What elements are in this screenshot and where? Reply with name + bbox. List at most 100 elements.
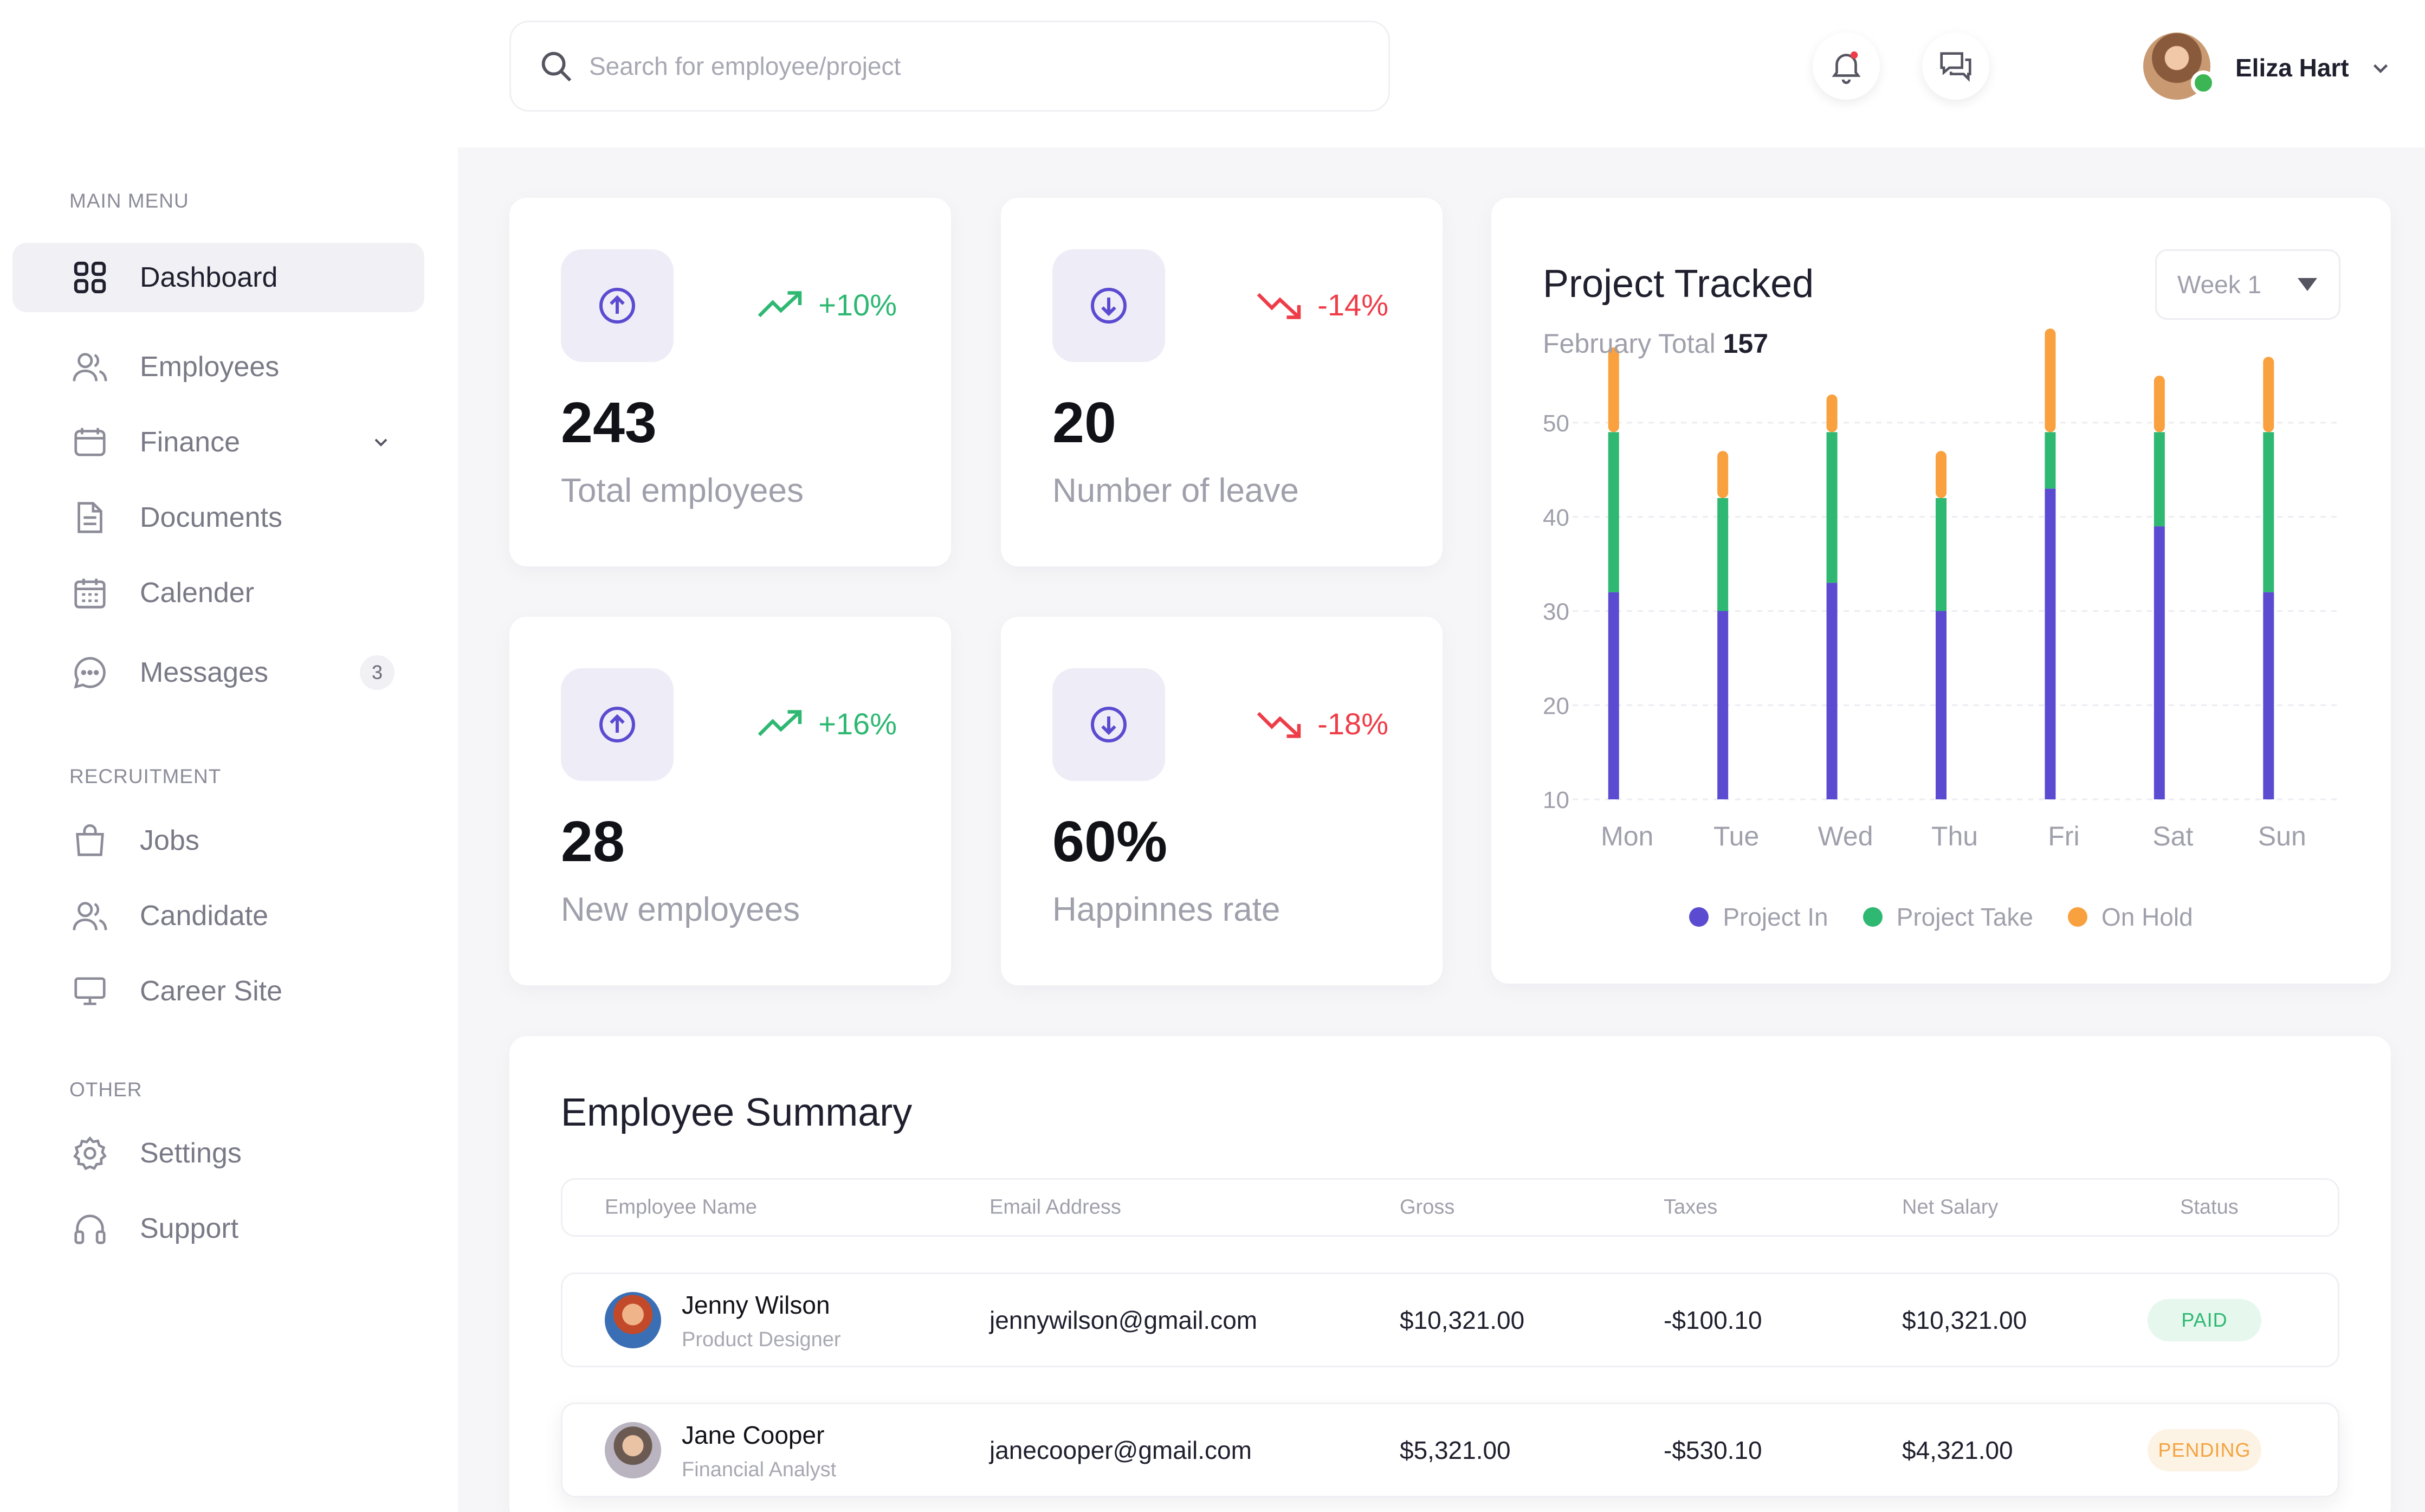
trend-indicator: +16% (756, 706, 897, 741)
bell-icon (1832, 51, 1861, 84)
caret-down-icon (2298, 278, 2317, 291)
trend-down-icon (1257, 712, 1301, 738)
stat-value: 60% (1052, 810, 1168, 874)
table-row[interactable]: Jenny Wilson Product Designer jennywilso… (561, 1272, 2339, 1367)
search-input[interactable] (589, 51, 1348, 81)
sidebar-item-career-site[interactable]: Career Site (12, 957, 424, 1026)
employee-role: Financial Analyst (682, 1458, 837, 1481)
sidebar-item-label: Employees (140, 351, 280, 383)
sidebar-item-label: Finance (140, 427, 240, 458)
bar-segment (2263, 432, 2274, 592)
column-header[interactable]: Employee Name (605, 1196, 757, 1219)
wallet-icon (69, 422, 111, 463)
document-icon (69, 497, 111, 538)
chart-subtitle-value: 157 (1723, 328, 1769, 359)
chevron-down-icon[interactable] (370, 431, 392, 453)
sidebar-item-label: Dashboard (140, 262, 278, 293)
bar-segment (1826, 432, 1838, 583)
sidebar-item-label: Documents (140, 502, 282, 533)
chart-subtitle: February Total 157 (1543, 328, 1768, 359)
bar-segment (2154, 376, 2165, 432)
search-bar (509, 21, 1390, 112)
trend-up-icon (758, 709, 802, 736)
bar-segment (1936, 498, 1947, 611)
trend-value: +10% (818, 288, 897, 322)
bar-segment (1717, 611, 1729, 799)
sidebar-item-dashboard[interactable]: Dashboard (12, 243, 424, 312)
column-header[interactable]: Net Salary (1902, 1196, 1998, 1219)
column-header[interactable]: Gross (1400, 1196, 1454, 1219)
messages-button[interactable] (1922, 33, 1989, 100)
grid-icon (69, 257, 111, 298)
chevron-down-icon[interactable] (2368, 56, 2393, 81)
legend-label: Project Take (1896, 903, 2033, 931)
status-badge: PAID (2148, 1298, 2261, 1341)
online-status-dot (2191, 70, 2216, 95)
gross-value: $5,321.00 (1400, 1436, 1511, 1464)
trend-value: -18% (1317, 707, 1388, 741)
chat-bubbles-icon (1940, 52, 1971, 82)
stat-label: Happinnes rate (1052, 891, 1281, 928)
table-header: Employee Name Email Address Gross Taxes … (561, 1178, 2339, 1237)
column-header[interactable]: Status (2180, 1196, 2239, 1219)
sidebar-item-candidate[interactable]: Candidate (12, 881, 424, 951)
taxes-value: -$530.10 (1664, 1436, 1762, 1464)
sidebar-item-jobs[interactable]: Jobs (12, 806, 424, 875)
sidebar-item-label: Candidate (140, 900, 269, 932)
section-title-main: MAIN MENU (69, 190, 189, 212)
gross-value: $10,321.00 (1400, 1306, 1525, 1334)
notifications-button[interactable] (1813, 33, 1880, 100)
y-tick-label: 20 (1543, 693, 1569, 719)
users-icon (69, 895, 111, 936)
stat-card-new-employees: +16% 28 New employees (509, 617, 951, 985)
trend-indicator: +10% (756, 287, 897, 322)
x-tick-label: Mon (1601, 821, 1653, 851)
sidebar-item-documents[interactable]: Documents (12, 483, 424, 552)
legend-dot (2067, 907, 2087, 927)
stat-card-total-employees: +10% 243 Total employees (509, 198, 951, 566)
avatar (605, 1291, 661, 1348)
legend-label: Project In (1723, 903, 1828, 931)
chart-legend: Project In Project Take On Hold (1491, 902, 2391, 932)
bar-segment (1608, 347, 1619, 432)
x-tick-label: Wed (1818, 821, 1873, 851)
bar-segment (1717, 498, 1729, 611)
legend-dot (1689, 907, 1709, 927)
week-select[interactable]: Week 1 (2155, 249, 2340, 320)
arrow-up-circle-icon (561, 668, 674, 781)
stat-card-happiness-rate: -18% 60% Happinnes rate (1001, 617, 1443, 985)
week-select-value: Week 1 (2177, 270, 2262, 299)
trend-indicator: -14% (1256, 287, 1388, 322)
y-tick-label: 40 (1543, 505, 1569, 531)
column-header[interactable]: Email Address (990, 1196, 1121, 1219)
users-icon (69, 346, 111, 387)
summary-title: Employee Summary (561, 1091, 913, 1134)
bar-segment (1608, 432, 1619, 592)
sidebar-item-employees[interactable]: Employees (12, 332, 424, 402)
sidebar-item-label: Settings (140, 1138, 242, 1169)
x-tick-label: Sat (2152, 821, 2193, 851)
column-header[interactable]: Taxes (1664, 1196, 1717, 1219)
section-title-other: OTHER (69, 1078, 143, 1101)
bar-segment (2154, 526, 2165, 799)
sidebar-item-support[interactable]: Support (12, 1194, 424, 1263)
y-tick-label: 10 (1543, 787, 1569, 813)
stat-label: Number of leave (1052, 472, 1299, 509)
status-badge: PENDING (2148, 1429, 2261, 1471)
monitor-icon (69, 971, 111, 1012)
sidebar-item-calender[interactable]: Calender (12, 558, 424, 628)
chat-icon (69, 652, 111, 693)
stat-label: Total employees (561, 472, 804, 509)
sidebar-item-finance[interactable]: Finance (12, 408, 424, 477)
net-salary-value: $4,321.00 (1902, 1436, 2013, 1464)
chart-title: Project Tracked (1543, 262, 1814, 306)
table-row[interactable]: Jane Cooper Financial Analyst janecooper… (561, 1403, 2339, 1497)
sidebar-item-messages[interactable]: Messages 3 (12, 638, 424, 707)
bar-segment (1826, 394, 1838, 432)
user-name[interactable]: Eliza Hart (2235, 53, 2349, 82)
avatar (605, 1421, 661, 1478)
bar-segment (1826, 583, 1838, 799)
x-tick-label: Thu (1931, 821, 1978, 851)
sidebar-item-label: Jobs (140, 825, 199, 856)
sidebar-item-settings[interactable]: Settings (12, 1119, 424, 1188)
